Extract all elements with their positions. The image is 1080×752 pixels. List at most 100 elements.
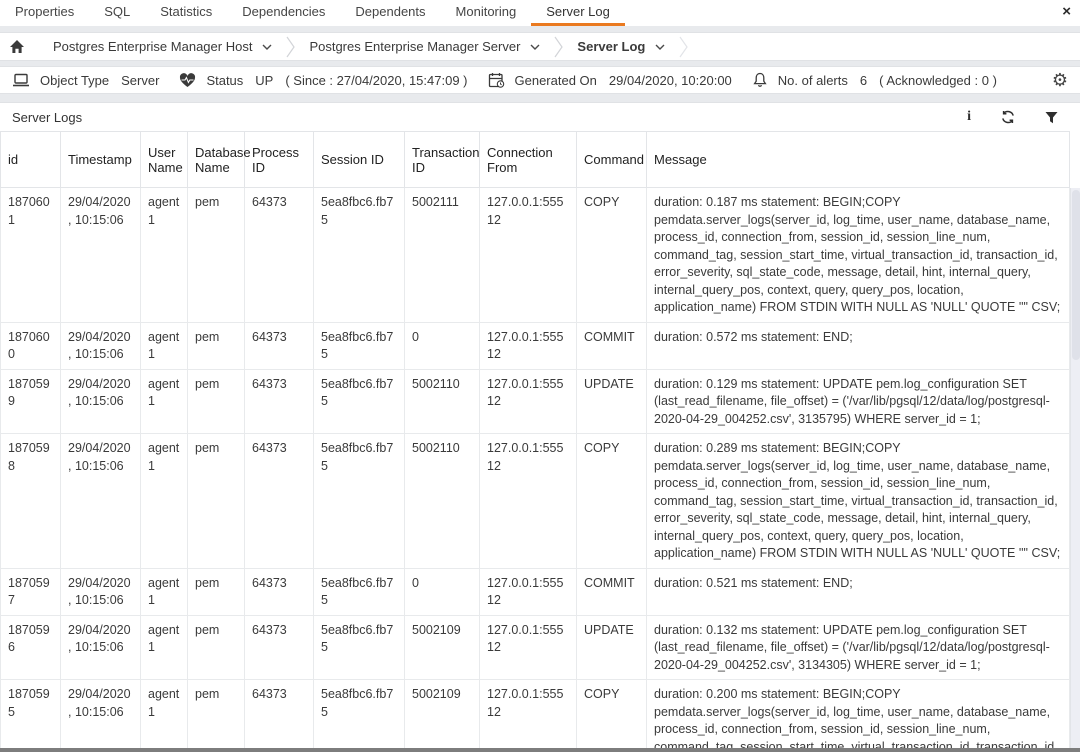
cell-conn: 127.0.0.1:55512	[480, 680, 577, 751]
cell-ts: 29/04/2020, 10:15:06	[61, 434, 141, 569]
cell-db: pem	[188, 369, 245, 434]
column-header-ts[interactable]: Timestamp	[61, 132, 141, 188]
cell-txn: 5002109	[405, 680, 480, 751]
cell-user: agent1	[141, 369, 188, 434]
cell-proc: 64373	[245, 188, 314, 323]
cell-sess: 5ea8fbc6.fb75	[314, 615, 405, 680]
breadcrumb-label: Server Log	[577, 39, 645, 54]
panel-title: Server Logs	[12, 110, 82, 125]
breadcrumb-item-server-log[interactable]: Server Log	[577, 39, 665, 54]
cell-user: agent1	[141, 322, 188, 369]
server-status-bar: Object Type Server Status UP ( Since : 2…	[0, 66, 1080, 94]
breadcrumb-item-server[interactable]: Postgres Enterprise Manager Server	[309, 39, 540, 54]
tab-dependencies[interactable]: Dependencies	[227, 0, 340, 26]
cell-db: pem	[188, 680, 245, 751]
cell-txn: 0	[405, 568, 480, 615]
cell-proc: 64373	[245, 680, 314, 751]
cell-conn: 127.0.0.1:55512	[480, 322, 577, 369]
cell-ts: 29/04/2020, 10:15:06	[61, 615, 141, 680]
table-row[interactable]: 187059829/04/2020, 10:15:06agent1pem6437…	[1, 434, 1070, 569]
cell-cmd: COPY	[577, 434, 647, 569]
chevron-down-icon[interactable]	[530, 44, 540, 50]
home-icon[interactable]	[9, 39, 25, 54]
table-row[interactable]: 187059729/04/2020, 10:15:06agent1pem6437…	[1, 568, 1070, 615]
tab-dependents[interactable]: Dependents	[340, 0, 440, 26]
bell-icon	[752, 72, 768, 88]
cell-msg: duration: 0.289 ms statement: BEGIN;COPY…	[647, 434, 1070, 569]
cell-db: pem	[188, 322, 245, 369]
cell-user: agent1	[141, 680, 188, 751]
cell-msg: duration: 0.187 ms statement: BEGIN;COPY…	[647, 188, 1070, 323]
chevron-down-icon[interactable]	[262, 44, 272, 50]
laptop-icon	[12, 73, 30, 88]
vertical-scrollbar[interactable]	[1070, 188, 1080, 750]
column-header-id[interactable]: id	[1, 132, 61, 188]
cell-msg: duration: 0.572 ms statement: END;	[647, 322, 1070, 369]
cell-ts: 29/04/2020, 10:15:06	[61, 568, 141, 615]
horizontal-scrollbar[interactable]	[0, 748, 1080, 752]
cell-sess: 5ea8fbc6.fb75	[314, 434, 405, 569]
breadcrumb-separator-icon	[554, 36, 563, 58]
cell-msg: duration: 0.521 ms statement: END;	[647, 568, 1070, 615]
column-header-cmd[interactable]: Command	[577, 132, 647, 188]
cell-id: 1870598	[1, 434, 61, 569]
cell-sess: 5ea8fbc6.fb75	[314, 322, 405, 369]
breadcrumb-separator-icon	[286, 36, 295, 58]
cell-conn: 127.0.0.1:55512	[480, 434, 577, 569]
cell-user: agent1	[141, 568, 188, 615]
tab-label: Server Log	[546, 4, 610, 19]
table-row[interactable]: 187060129/04/2020, 10:15:06agent1pem6437…	[1, 188, 1070, 323]
filter-icon[interactable]	[1045, 111, 1058, 124]
chevron-down-icon[interactable]	[655, 44, 665, 50]
cell-id: 1870595	[1, 680, 61, 751]
object-tab-bar: Properties SQL Statistics Dependencies D…	[0, 0, 1080, 26]
column-header-db[interactable]: Database Name	[188, 132, 245, 188]
column-header-user[interactable]: User Name	[141, 132, 188, 188]
breadcrumb-item-host[interactable]: Postgres Enterprise Manager Host	[53, 39, 272, 54]
column-header-sess[interactable]: Session ID	[314, 132, 405, 188]
info-icon[interactable]: i	[967, 109, 971, 125]
cell-cmd: COPY	[577, 188, 647, 323]
cell-msg: duration: 0.129 ms statement: UPDATE pem…	[647, 369, 1070, 434]
cell-ts: 29/04/2020, 10:15:06	[61, 369, 141, 434]
table-row[interactable]: 187059529/04/2020, 10:15:06agent1pem6437…	[1, 680, 1070, 751]
tab-sql[interactable]: SQL	[89, 0, 145, 26]
cell-db: pem	[188, 615, 245, 680]
cell-id: 1870599	[1, 369, 61, 434]
cell-txn: 5002111	[405, 188, 480, 323]
column-header-conn[interactable]: Connection From	[480, 132, 577, 188]
cell-sess: 5ea8fbc6.fb75	[314, 568, 405, 615]
close-icon[interactable]: ×	[1062, 3, 1071, 21]
gear-icon[interactable]: ⚙	[1052, 71, 1068, 89]
table-header-row: idTimestampUser NameDatabase NameProcess…	[1, 132, 1070, 188]
tab-label: Dependents	[355, 4, 425, 19]
alerts-acknowledged: ( Acknowledged : 0 )	[879, 73, 997, 88]
generated-on-value: 29/04/2020, 10:20:00	[609, 73, 732, 88]
cell-conn: 127.0.0.1:55512	[480, 369, 577, 434]
tab-server-log[interactable]: Server Log	[531, 0, 625, 26]
cell-cmd: COMMIT	[577, 322, 647, 369]
tab-statistics[interactable]: Statistics	[145, 0, 227, 26]
table-row[interactable]: 187059929/04/2020, 10:15:06agent1pem6437…	[1, 369, 1070, 434]
cell-sess: 5ea8fbc6.fb75	[314, 369, 405, 434]
cell-proc: 64373	[245, 434, 314, 569]
object-type-label: Object Type	[40, 73, 109, 88]
refresh-icon[interactable]	[1001, 110, 1015, 124]
cell-cmd: COMMIT	[577, 568, 647, 615]
cell-id: 1870597	[1, 568, 61, 615]
server-logs-header: Server Logs i	[0, 103, 1080, 131]
cell-user: agent1	[141, 615, 188, 680]
server-logs-panel: Server Logs i idTimestampUser NameDataba…	[0, 102, 1080, 750]
cell-proc: 64373	[245, 568, 314, 615]
scrollbar-thumb[interactable]	[1072, 190, 1080, 360]
column-header-proc[interactable]: Process ID	[245, 132, 314, 188]
column-header-txn[interactable]: Transaction ID	[405, 132, 480, 188]
status-label: Status	[206, 73, 243, 88]
table-row[interactable]: 187059629/04/2020, 10:15:06agent1pem6437…	[1, 615, 1070, 680]
tab-label: Dependencies	[242, 4, 325, 19]
column-header-msg[interactable]: Message	[647, 132, 1070, 188]
tab-monitoring[interactable]: Monitoring	[441, 0, 532, 26]
table-row[interactable]: 187060029/04/2020, 10:15:06agent1pem6437…	[1, 322, 1070, 369]
cell-id: 1870596	[1, 615, 61, 680]
tab-properties[interactable]: Properties	[0, 0, 89, 26]
